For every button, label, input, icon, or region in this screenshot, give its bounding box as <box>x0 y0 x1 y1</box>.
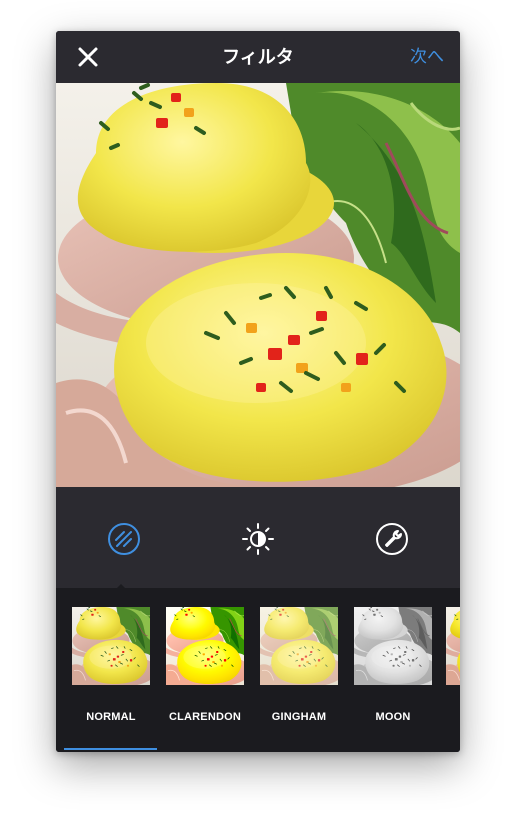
tool-row <box>56 487 460 588</box>
filter-clarendon[interactable]: CLARENDON <box>166 607 246 723</box>
filter-thumbnail <box>166 607 244 685</box>
filter-normal[interactable]: NORMAL <box>72 607 152 723</box>
page-title: フィルタ <box>222 47 294 67</box>
filter-label: CLARENDON <box>168 711 242 723</box>
photo-preview <box>56 83 460 487</box>
filter-moon[interactable]: MOON <box>354 607 434 723</box>
filter-thumbnail <box>446 607 460 685</box>
filter-strip: NORMAL CLARENDON GINGHAM MOON <box>56 588 460 752</box>
filter-label: GINGHAM <box>271 711 327 723</box>
filter-thumbnail <box>72 607 150 685</box>
edit-wrench-icon[interactable] <box>374 521 410 557</box>
next-button[interactable]: 次へ <box>410 31 444 83</box>
brightness-icon[interactable] <box>240 521 276 557</box>
filter-next-partial[interactable] <box>446 607 460 685</box>
filter-screen: フィルタ 次へ NORMAL CLARENDON GINGHAM MOON <box>56 31 460 752</box>
filter-label: NORMAL <box>86 711 136 723</box>
lux-wand-icon[interactable] <box>106 521 142 557</box>
filter-gingham[interactable]: GINGHAM <box>260 607 340 723</box>
filter-label: MOON <box>375 711 411 723</box>
selected-filter-underline <box>64 748 157 750</box>
close-icon[interactable] <box>76 45 100 69</box>
filter-thumbnail <box>260 607 338 685</box>
filter-thumbnail <box>354 607 432 685</box>
photo-image <box>56 83 460 487</box>
top-bar: フィルタ 次へ <box>56 31 460 83</box>
